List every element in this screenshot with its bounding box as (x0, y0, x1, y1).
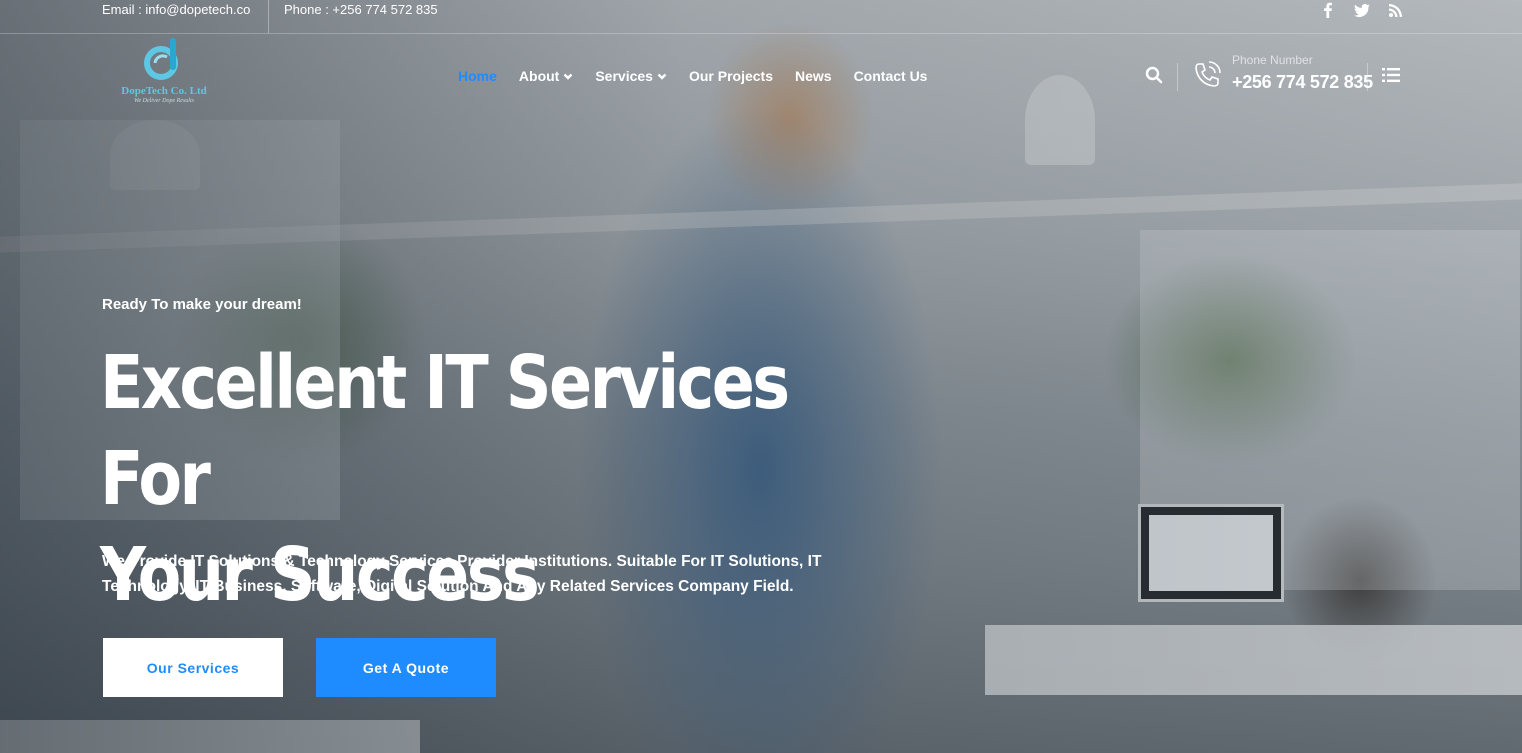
phone-number[interactable]: +256 774 572 835 (1232, 72, 1373, 93)
nav-item-our-projects[interactable]: Our Projects (689, 68, 773, 84)
nav-item-label: Contact Us (853, 68, 928, 84)
nav-item-about[interactable]: About (519, 68, 573, 84)
social-links (1320, 2, 1404, 18)
nav-item-label: Services (595, 68, 653, 84)
nav-item-label: Our Projects (688, 68, 773, 84)
nav-item-label: Home (458, 68, 497, 84)
chevron-down-icon (657, 71, 667, 81)
top-bar: Email : info@dopetech.co Phone : +256 77… (0, 0, 1522, 34)
ceiling-beam (0, 183, 1522, 253)
our-services-button[interactable]: Our Services (103, 638, 283, 697)
site-logo[interactable]: DopeTech Co. Ltd We Deliver Dope Results (112, 37, 216, 111)
nav-item-home[interactable]: Home (458, 68, 497, 84)
logo-tagline: We Deliver Dope Results (134, 98, 194, 104)
header-divider (1177, 63, 1178, 91)
topbar-divider (268, 0, 269, 33)
ceiling-lamp (1025, 75, 1095, 165)
chevron-down-icon (563, 71, 573, 81)
phone-icon (1190, 58, 1224, 92)
main-navigation: Home About Services Our Projects News Co… (458, 68, 927, 84)
office-window-right (1140, 230, 1520, 590)
ceiling-lamp (110, 120, 200, 190)
menu-list-icon[interactable] (1382, 67, 1400, 83)
logo-name: DopeTech Co. Ltd (121, 85, 207, 97)
twitter-icon[interactable] (1354, 2, 1370, 18)
hero-eyebrow: Ready To make your dream! (102, 296, 302, 313)
topbar-phone[interactable]: Phone : +256 774 572 835 (284, 2, 438, 17)
rss-icon[interactable] (1388, 2, 1404, 18)
hero-description: We Provide IT Solutions & Technology Ser… (102, 553, 822, 595)
search-icon[interactable] (1145, 66, 1163, 84)
nav-item-news[interactable]: News (795, 68, 832, 84)
header-divider (1367, 63, 1368, 91)
phone-label: Phone Number (1232, 53, 1313, 67)
nav-item-label: News (794, 68, 832, 84)
topbar-email[interactable]: Email : info@dopetech.co (102, 2, 250, 17)
get-a-quote-button[interactable]: Get A Quote (316, 638, 496, 697)
office-desk-right (985, 625, 1522, 695)
hero-headline-line-1: Excellent IT Services For (100, 340, 790, 522)
facebook-icon[interactable] (1320, 2, 1336, 18)
office-desk-left (0, 720, 420, 753)
nav-item-services[interactable]: Services (595, 68, 667, 84)
logo-mark-icon (144, 38, 178, 80)
nav-item-contact-us[interactable]: Contact Us (854, 68, 928, 84)
nav-item-label: About (518, 68, 560, 84)
office-monitor (1138, 504, 1284, 602)
